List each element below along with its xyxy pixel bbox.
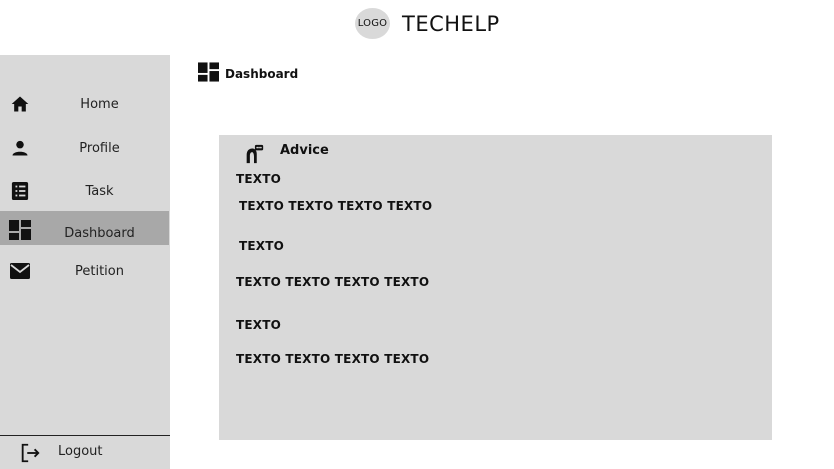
sidebar-item-label: Dashboard — [64, 226, 135, 241]
person-icon — [8, 136, 32, 160]
logout-label: Logout — [58, 444, 103, 459]
advice-card: Advice TEXTO TEXTO TEXTO TEXTO TEXTO TEX… — [219, 135, 772, 440]
sidebar-item-petition[interactable]: Petition — [0, 254, 169, 288]
sidebar-item-dashboard[interactable]: Dashboard — [0, 211, 169, 245]
sidebar-item-label: Home — [80, 96, 119, 112]
sidebar-item-profile[interactable]: Profile — [0, 131, 169, 165]
logout-button[interactable]: Logout — [0, 435, 170, 469]
sidebar-item-label: Task — [85, 183, 114, 199]
sidebar-item-label: Profile — [79, 140, 120, 156]
sidebar: Home Profile Task Dashboard Petition Log… — [0, 55, 170, 469]
card-title: Advice — [280, 143, 329, 158]
card-text-line: TEXTO — [236, 172, 282, 186]
sidebar-item-task[interactable]: Task — [0, 174, 169, 208]
advice-icon — [243, 143, 265, 169]
logout-icon — [18, 441, 42, 465]
card-text-line: TEXTO TEXTO TEXTO TEXTO — [236, 352, 430, 366]
card-text-line: TEXTO — [236, 318, 282, 332]
mail-icon — [8, 259, 32, 283]
sidebar-item-label: Petition — [75, 263, 124, 279]
logo: LOGO — [355, 8, 390, 39]
app-title: TECHELP — [402, 12, 500, 36]
card-text-line: TEXTO — [239, 239, 285, 253]
home-icon — [8, 92, 32, 116]
task-list-icon — [8, 179, 32, 203]
page-heading: Dashboard — [198, 62, 298, 86]
card-text-line: TEXTO TEXTO TEXTO TEXTO — [236, 275, 430, 289]
page-title: Dashboard — [225, 67, 299, 81]
card-text-line: TEXTO TEXTO TEXTO TEXTO — [239, 199, 433, 213]
dashboard-icon — [198, 62, 219, 86]
dashboard-icon — [8, 218, 32, 242]
sidebar-item-home[interactable]: Home — [0, 87, 169, 121]
